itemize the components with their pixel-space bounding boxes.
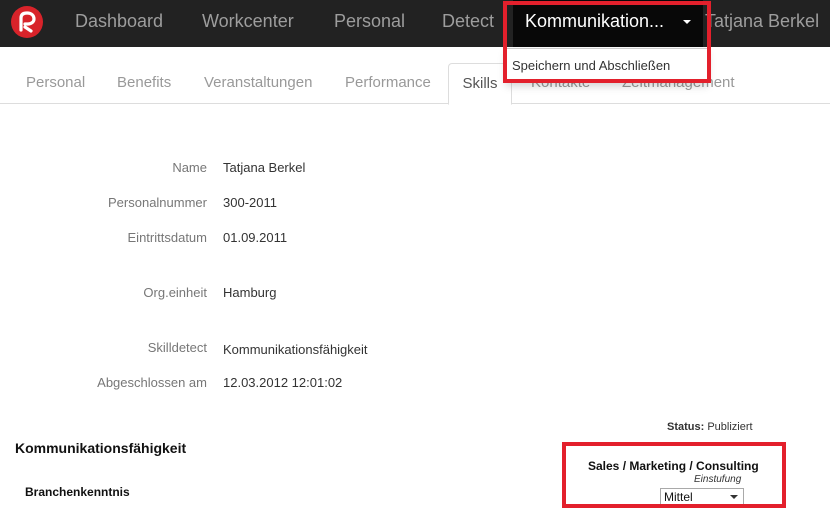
skilldetect-value: Kommunikationsfähigkeit	[223, 342, 368, 357]
personalnummer-value: 300-2011	[223, 195, 277, 210]
brand-logo[interactable]	[11, 6, 43, 38]
nav-user-name[interactable]: Tatjana Berkel	[705, 0, 819, 47]
nav-workcenter[interactable]: Workcenter	[202, 0, 294, 47]
skilldetect-label: Skilldetect	[147, 340, 207, 355]
nav-personal[interactable]: Personal	[334, 0, 405, 47]
highlight-box-einstufung	[562, 442, 786, 508]
tab-skills-label: Skills	[462, 75, 498, 92]
nav-detect[interactable]: Detect	[442, 0, 494, 47]
skill-subtitle: Branchenkenntnis	[25, 485, 130, 499]
status-label: Status:	[667, 421, 705, 433]
tab-performance[interactable]: Performance	[345, 63, 431, 104]
tab-veranstaltungen[interactable]: Veranstaltungen	[204, 63, 312, 104]
name-value: Tatjana Berkel	[223, 160, 306, 175]
personalnummer-label: Personalnummer	[108, 195, 207, 210]
logo-mark-icon	[19, 11, 36, 33]
status-line: Status: Publiziert	[667, 421, 753, 433]
status-value: Publiziert	[707, 421, 753, 433]
eintrittsdatum-value: 01.09.2011	[223, 230, 288, 245]
eintrittsdatum-label: Eintrittsdatum	[127, 230, 207, 245]
tab-personal[interactable]: Personal	[26, 63, 85, 104]
abgeschlossen-value: 12.03.2012 12:01:02	[223, 375, 343, 390]
highlight-box-dropdown	[503, 1, 711, 83]
tab-benefits[interactable]: Benefits	[117, 63, 171, 104]
abgeschlossen-label: Abgeschlossen am	[97, 375, 207, 390]
orgeinheit-label: Org.einheit	[143, 285, 207, 300]
nav-dashboard[interactable]: Dashboard	[75, 0, 163, 47]
name-label: Name	[172, 160, 207, 175]
orgeinheit-value: Hamburg	[223, 285, 277, 300]
skill-section-title: Kommunikationsfähigkeit	[15, 440, 187, 456]
